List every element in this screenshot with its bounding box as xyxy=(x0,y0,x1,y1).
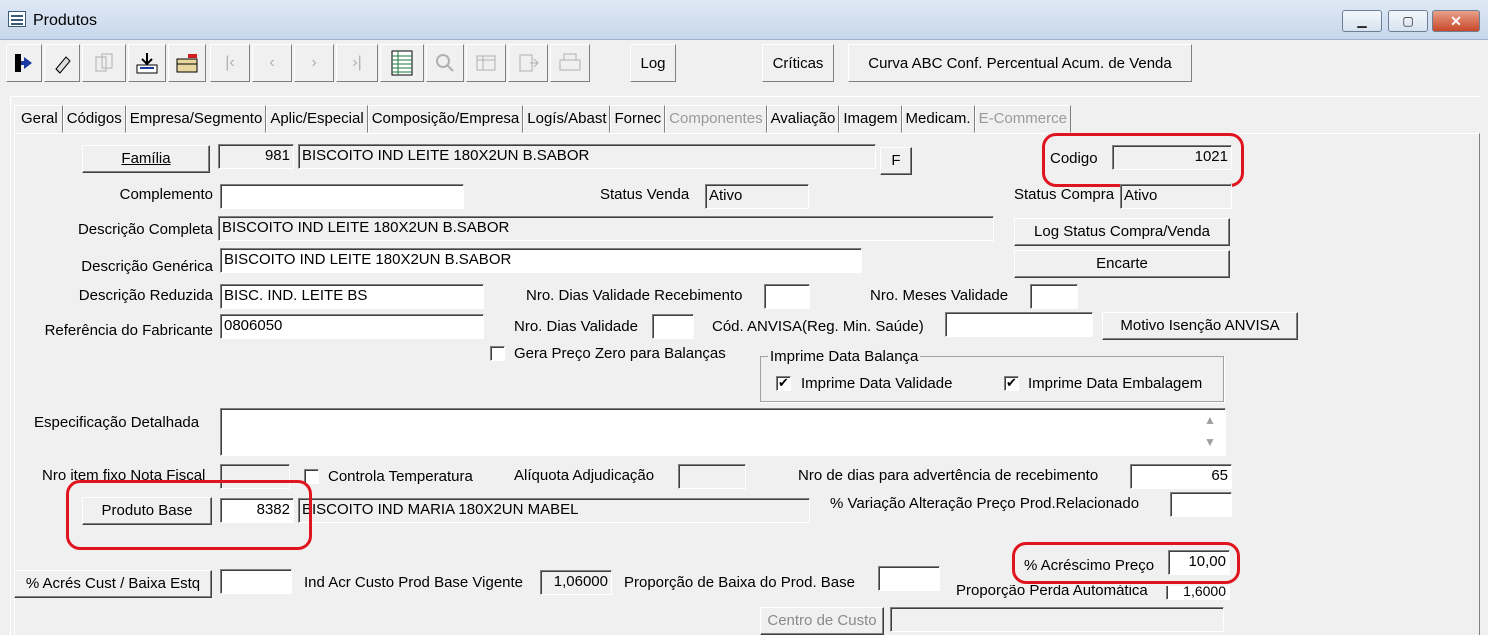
descricao-reduzida-label: Descrição Reduzida xyxy=(78,287,213,304)
dias-advertencia-field[interactable]: 65 xyxy=(1130,464,1232,489)
tab-componentes: Componentes xyxy=(665,105,767,133)
variacao-preco-label: % Variação Alteração Preço Prod.Relacion… xyxy=(830,495,1140,512)
meses-validade-field[interactable] xyxy=(1030,284,1078,309)
filter-icon xyxy=(466,44,506,82)
close-icon[interactable]: ✕ xyxy=(1432,10,1480,32)
familia-description-field: BISCOITO IND LEITE 180X2UN B.SABOR xyxy=(298,144,876,169)
tab-e-commerce: E-Commerce xyxy=(974,105,1071,133)
proporcao-baixa-label: Proporção de Baixa do Prod. Base xyxy=(624,574,855,591)
acres-cust-field[interactable] xyxy=(220,569,292,594)
status-compra-field: Ativo xyxy=(1120,184,1232,209)
controla-temperatura-label: Controla Temperatura xyxy=(328,468,473,485)
tab-bar: Geral Códigos Empresa/Segmento Aplic/Esp… xyxy=(14,105,1071,133)
aliquota-field xyxy=(678,464,746,489)
centro-custo-button: Centro de Custo xyxy=(760,607,884,635)
codigo-highlight xyxy=(1042,133,1244,187)
imprime-data-embalagem-checkbox[interactable]: ✔ xyxy=(1004,376,1019,391)
log-status-button[interactable]: Log Status Compra/Venda xyxy=(1014,218,1230,246)
imprime-data-embalagem-label: Imprime Data Embalagem xyxy=(1028,375,1203,392)
centro-custo-field xyxy=(890,607,1224,632)
scroll-up-icon[interactable]: ▲ xyxy=(1202,412,1218,428)
complemento-label: Complemento xyxy=(119,186,213,203)
window-title: Produtos xyxy=(33,12,98,29)
anvisa-field[interactable] xyxy=(945,312,1093,337)
tab-empresa-segmento[interactable]: Empresa/Segmento xyxy=(125,105,267,133)
eraser-icon[interactable] xyxy=(44,44,80,82)
especificacao-textarea[interactable] xyxy=(220,408,1226,456)
imprime-data-balanca-label: Imprime Data Balança xyxy=(768,348,921,365)
maximize-icon[interactable]: ▢ xyxy=(1388,10,1428,32)
descricao-completa-field: BISCOITO IND LEITE 180X2UN B.SABOR xyxy=(218,216,994,241)
produto-base-description-field: BISCOITO IND MARIA 180X2UN MABEL xyxy=(298,498,810,523)
save-icon[interactable] xyxy=(128,44,166,82)
descricao-generica-field[interactable]: BISCOITO IND LEITE 180X2UN B.SABOR xyxy=(220,248,862,273)
acrescimo-highlight xyxy=(1012,542,1240,584)
dias-validade-recebimento-label: Nro. Dias Validade Recebimento xyxy=(526,287,743,304)
status-venda-label: Status Venda xyxy=(600,186,690,203)
imprime-data-validade-label: Imprime Data Validade xyxy=(801,375,953,392)
last-record-icon: ›| xyxy=(336,44,378,82)
especificacao-label: Especificação Detalhada xyxy=(34,414,200,431)
f-button[interactable]: F xyxy=(880,147,912,175)
tab-medicam[interactable]: Medicam. xyxy=(901,105,975,133)
descricao-reduzida-field[interactable]: BISC. IND. LEITE BS xyxy=(220,284,484,309)
tab-imagem[interactable]: Imagem xyxy=(839,105,902,133)
log-button[interactable]: Log xyxy=(630,44,676,82)
title-bar xyxy=(0,0,1488,40)
tab-aplic-especial[interactable]: Aplic/Especial xyxy=(266,105,368,133)
referencia-fabricante-field[interactable]: 0806050 xyxy=(220,314,484,339)
dias-validade-recebimento-field[interactable] xyxy=(764,284,810,309)
window-icon xyxy=(8,11,26,27)
descricao-completa-label: Descrição Completa xyxy=(77,221,213,238)
motivo-isencao-anvisa-button[interactable]: Motivo Isenção ANVISA xyxy=(1102,312,1298,340)
tab-codigos[interactable]: Códigos xyxy=(62,105,126,133)
criticas-button[interactable]: Críticas xyxy=(762,44,834,82)
print-icon xyxy=(550,44,590,82)
minimize-icon[interactable]: ▁ xyxy=(1342,10,1382,32)
dias-validade-field[interactable] xyxy=(652,314,694,339)
tab-composicao-empresa[interactable]: Composição/Empresa xyxy=(367,105,524,133)
referencia-fabricante-label: Referência do Fabricante xyxy=(44,322,213,339)
first-record-icon: |‹ xyxy=(210,44,250,82)
gera-preco-zero-checkbox[interactable] xyxy=(490,346,505,361)
open-folder-icon[interactable] xyxy=(168,44,206,82)
imprime-data-validade-checkbox[interactable]: ✔ xyxy=(776,376,791,391)
status-compra-label: Status Compra xyxy=(1014,186,1115,203)
complemento-field[interactable] xyxy=(220,184,464,209)
grid-icon[interactable] xyxy=(380,44,424,82)
next-record-icon: › xyxy=(294,44,334,82)
tab-avaliacao[interactable]: Avaliação xyxy=(766,105,840,133)
prev-record-icon: ‹ xyxy=(252,44,292,82)
proporcao-baixa-field[interactable] xyxy=(878,566,940,591)
scroll-down-icon[interactable]: ▼ xyxy=(1202,434,1218,450)
meses-validade-label: Nro. Meses Validade xyxy=(870,287,1009,304)
status-venda-field: Ativo xyxy=(705,184,809,209)
ind-acr-custo-field: 1,06000 xyxy=(540,570,612,595)
gera-preco-zero-label: Gera Preço Zero para Balanças xyxy=(514,345,726,362)
produto-base-highlight xyxy=(66,480,312,550)
descricao-generica-label: Descrição Genérica xyxy=(81,258,213,275)
copy-icon xyxy=(82,44,126,82)
ind-acr-custo-label: Ind Acr Custo Prod Base Vigente xyxy=(304,574,524,591)
curva-abc-button[interactable]: Curva ABC Conf. Percentual Acum. de Vend… xyxy=(848,44,1192,82)
variacao-preco-field[interactable] xyxy=(1170,492,1232,517)
familia-code-field: 981 xyxy=(218,144,294,169)
export-icon xyxy=(508,44,548,82)
encarte-button[interactable]: Encarte xyxy=(1014,250,1230,278)
tab-geral[interactable]: Geral xyxy=(14,105,63,133)
tab-fornec[interactable]: Fornec xyxy=(610,105,666,133)
dias-advertencia-label: Nro de dias para advertência de recebime… xyxy=(798,467,1099,484)
anvisa-label: Cód. ANVISA(Reg. Min. Saúde) xyxy=(712,318,924,335)
tab-logis-abast[interactable]: Logís/Abast xyxy=(523,105,611,133)
aliquota-label: Alíquota Adjudicação xyxy=(514,467,655,484)
search-icon xyxy=(426,44,464,82)
familia-button[interactable]: Família xyxy=(82,145,210,173)
exit-icon[interactable] xyxy=(6,44,42,82)
dias-validade-label: Nro. Dias Validade xyxy=(514,318,638,335)
acres-cust-baixa-button[interactable]: % Acrés Cust / Baixa Estq xyxy=(14,570,212,598)
